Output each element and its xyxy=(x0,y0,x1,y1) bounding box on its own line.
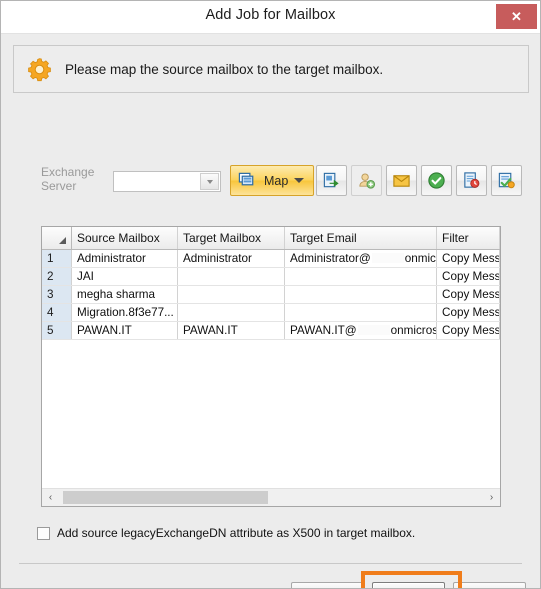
envelope-icon xyxy=(393,175,410,187)
row-number: 4 xyxy=(42,303,72,322)
select-all-corner[interactable] xyxy=(42,227,72,250)
scrollbar-track[interactable] xyxy=(59,489,483,506)
column-header-filter[interactable]: Filter xyxy=(436,227,500,250)
grid-horizontal-scrollbar[interactable]: ‹ › xyxy=(42,488,500,506)
cell-filter[interactable]: Copy Message C xyxy=(436,321,500,340)
footer-buttons: < Back Next > Cancel xyxy=(291,571,526,588)
exchange-server-combobox[interactable] xyxy=(113,171,221,192)
banner-message: Please map the source mailbox to the tar… xyxy=(65,61,384,77)
settings-report-button[interactable] xyxy=(491,165,522,196)
cell-target-email[interactable]: Administrator@ onmicro... xyxy=(284,249,437,268)
chevron-down-icon[interactable] xyxy=(200,173,219,190)
row-number: 2 xyxy=(42,267,72,286)
cell-source-mailbox[interactable]: Administrator xyxy=(71,249,178,268)
cell-target-mailbox[interactable]: Administrator xyxy=(177,249,285,268)
table-header: Source Mailbox Target Mailbox Target Ema… xyxy=(42,227,500,250)
cell-target-email[interactable] xyxy=(284,267,437,286)
table-row[interactable]: 3 megha sharma Copy Message C xyxy=(42,285,500,304)
cell-target-mailbox[interactable] xyxy=(177,303,285,322)
column-header-target-mailbox[interactable]: Target Mailbox xyxy=(177,227,285,250)
scroll-left-arrow-icon[interactable]: ‹ xyxy=(42,489,59,506)
scroll-right-arrow-icon[interactable]: › xyxy=(483,489,500,506)
mailbox-mapping-grid: Source Mailbox Target Mailbox Target Ema… xyxy=(41,226,501,507)
email-suffix: onmicros... xyxy=(390,324,437,337)
map-button[interactable]: Map xyxy=(230,165,314,196)
cell-target-email[interactable] xyxy=(284,285,437,304)
row-number: 1 xyxy=(42,249,72,268)
table-row[interactable]: 5 PAWAN.IT PAWAN.IT PAWAN.IT@ onmicros...… xyxy=(42,321,500,340)
close-icon: ✕ xyxy=(511,9,522,24)
icon-button-group xyxy=(316,165,522,196)
table-row[interactable]: 1 Administrator Administrator Administra… xyxy=(42,249,500,268)
title-bar: Add Job for Mailbox ✕ xyxy=(1,1,540,34)
row-number: 5 xyxy=(42,321,72,340)
gear-icon xyxy=(28,57,51,81)
validate-button[interactable] xyxy=(421,165,452,196)
table-row[interactable]: 4 Migration.8f3e77... Copy Message C xyxy=(42,303,500,322)
add-job-dialog: Add Job for Mailbox ✕ Please map the sou… xyxy=(0,0,541,589)
scrollbar-thumb[interactable] xyxy=(63,491,268,504)
column-header-target-email[interactable]: Target Email xyxy=(284,227,437,250)
map-dropdown-chevron-icon[interactable] xyxy=(294,178,304,183)
cancel-button[interactable]: Cancel xyxy=(453,582,526,588)
cell-filter[interactable]: Copy Message C xyxy=(436,267,500,286)
cell-target-mailbox[interactable] xyxy=(177,285,285,304)
cell-target-email[interactable]: PAWAN.IT@ onmicros... xyxy=(284,321,437,340)
back-button[interactable]: < Back xyxy=(291,582,364,588)
toolbar: Exchange Server Map xyxy=(13,164,528,200)
cell-filter[interactable]: Copy Message C xyxy=(436,303,500,322)
exchange-server-label: Exchange Server xyxy=(41,165,95,193)
map-windows-icon xyxy=(238,172,254,186)
add-user-button xyxy=(351,165,382,196)
cell-source-mailbox[interactable]: PAWAN.IT xyxy=(71,321,178,340)
redaction-block xyxy=(371,253,404,263)
email-prefix: Administrator@ xyxy=(290,252,371,265)
mapping-table: Source Mailbox Target Mailbox Target Ema… xyxy=(42,227,500,340)
next-button-wrapper: Next > xyxy=(361,571,462,588)
legacy-dn-option-row: Add source legacyExchangeDN attribute as… xyxy=(37,526,415,540)
email-suffix: onmicro... xyxy=(404,252,436,265)
cell-source-mailbox[interactable]: Migration.8f3e77... xyxy=(71,303,178,322)
column-header-source-mailbox[interactable]: Source Mailbox xyxy=(71,227,178,250)
schedule-document-button[interactable] xyxy=(456,165,487,196)
cell-target-mailbox[interactable]: PAWAN.IT xyxy=(177,321,285,340)
export-document-icon xyxy=(323,172,339,188)
footer-divider xyxy=(19,563,522,564)
close-button[interactable]: ✕ xyxy=(496,4,537,29)
redaction-block xyxy=(357,325,390,335)
clipboard-check-icon xyxy=(498,172,515,189)
envelope-button[interactable] xyxy=(386,165,417,196)
header-row: Source Mailbox Target Mailbox Target Ema… xyxy=(42,227,500,250)
email-prefix: PAWAN.IT@ xyxy=(290,324,357,337)
legacy-dn-checkbox-label: Add source legacyExchangeDN attribute as… xyxy=(57,526,416,540)
cell-target-email[interactable] xyxy=(284,303,437,322)
table-body: 1 Administrator Administrator Administra… xyxy=(42,249,500,340)
window-title: Add Job for Mailbox xyxy=(205,7,336,23)
green-check-icon xyxy=(428,172,445,189)
corner-triangle-icon xyxy=(59,237,66,244)
cell-source-mailbox[interactable]: megha sharma xyxy=(71,285,178,304)
map-button-label: Map xyxy=(264,173,289,188)
document-clock-icon xyxy=(464,172,480,188)
legacy-dn-checkbox[interactable] xyxy=(37,526,50,540)
cell-target-mailbox[interactable] xyxy=(177,267,285,286)
cell-filter[interactable]: Copy Message C xyxy=(436,285,500,304)
row-number: 3 xyxy=(42,285,72,304)
add-user-icon xyxy=(359,173,376,189)
table-row[interactable]: 2 JAI Copy Message C xyxy=(42,267,500,286)
instruction-banner: Please map the source mailbox to the tar… xyxy=(13,45,529,93)
cell-source-mailbox[interactable]: JAI xyxy=(71,267,178,286)
export-document-button[interactable] xyxy=(316,165,347,196)
next-button[interactable]: Next > xyxy=(372,582,445,588)
dialog-body: Please map the source mailbox to the tar… xyxy=(1,34,540,588)
cell-filter[interactable]: Copy Message C xyxy=(436,249,500,268)
